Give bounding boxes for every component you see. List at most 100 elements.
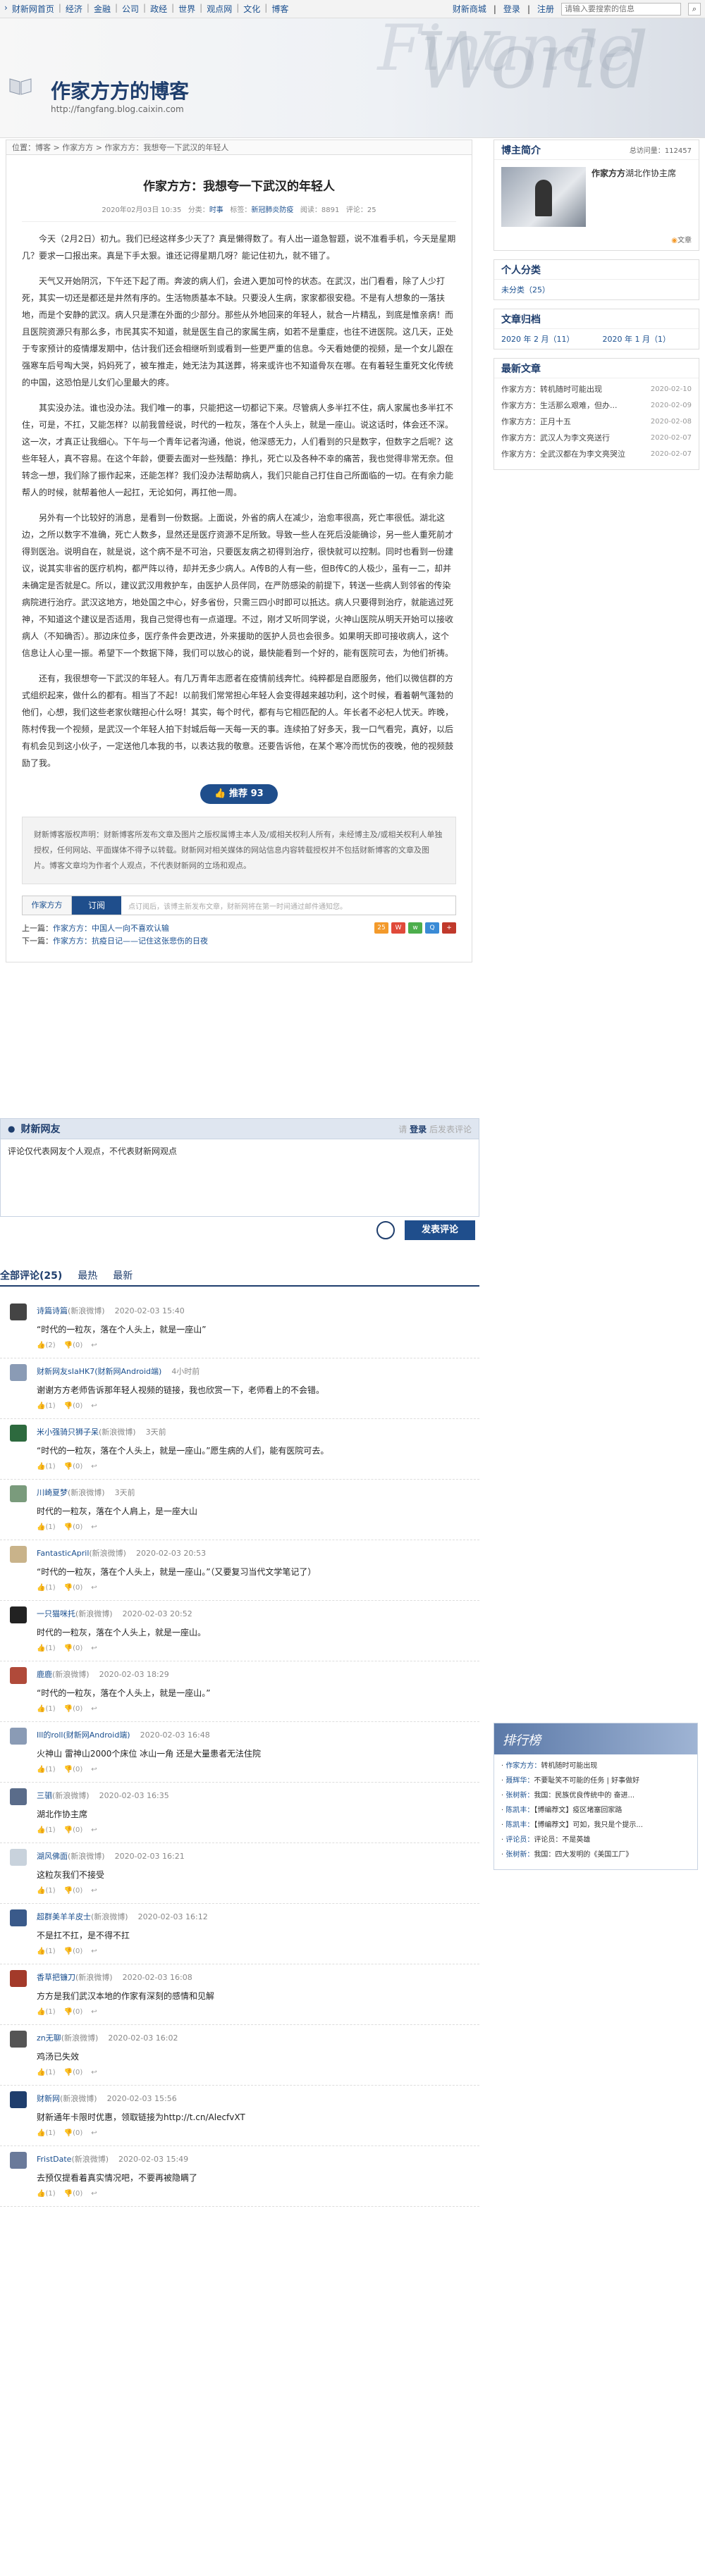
hot-item[interactable]: · 作家方方：转机随时可能出现 <box>501 1759 690 1773</box>
avatar[interactable] <box>10 1364 27 1381</box>
comment-count-icon[interactable]: 25 <box>374 922 388 934</box>
article-tag[interactable]: 新冠肺炎防疫 <box>251 206 293 214</box>
like-button[interactable]: 👍(1) <box>37 2008 56 2016</box>
mall-link[interactable]: 财新商城 <box>453 3 486 15</box>
dislike-button[interactable]: 👎(0) <box>64 1766 83 1773</box>
qq-share-icon[interactable]: Q <box>425 922 439 934</box>
like-button[interactable]: 👍(1) <box>37 2129 56 2137</box>
like-button[interactable]: 👍(1) <box>37 1826 56 1834</box>
comment-user[interactable]: 一只猫咪托 <box>37 1609 75 1618</box>
comment-user[interactable]: 超群美羊羊皮士 <box>37 1912 91 1921</box>
hot-item[interactable]: · 陈凯丰：【博编荐文】疫区堵塞回家路 <box>501 1803 690 1818</box>
comment-user[interactable]: 川崎夏梦 <box>37 1488 68 1497</box>
like-button[interactable]: 👍(1) <box>37 1887 56 1895</box>
reply-icon[interactable]: ↩ <box>91 1766 97 1773</box>
dislike-button[interactable]: 👎(0) <box>64 1645 83 1652</box>
latest-item[interactable]: 作家方方：武汉人为李文亮送行 2020-02-07 <box>501 430 692 446</box>
reply-icon[interactable]: ↩ <box>91 2129 97 2137</box>
reply-icon[interactable]: ↩ <box>91 2190 97 2198</box>
dislike-button[interactable]: 👎(0) <box>64 2190 83 2198</box>
next-article-link[interactable]: 作家方方：抗疫日记——记住这张悲伤的日夜 <box>53 936 208 946</box>
dislike-button[interactable]: 👎(0) <box>64 1342 83 1349</box>
comment-user[interactable]: 三驷 <box>37 1791 52 1800</box>
dislike-button[interactable]: 👎(0) <box>64 1523 83 1531</box>
dislike-button[interactable]: 👎(0) <box>64 2069 83 2076</box>
wechat-share-icon[interactable]: w <box>408 922 422 934</box>
latest-item[interactable]: 作家方方：正月十五 2020-02-08 <box>501 414 692 430</box>
dislike-button[interactable]: 👎(0) <box>64 1826 83 1834</box>
avatar[interactable] <box>10 1546 27 1563</box>
nav-home[interactable]: 财新网首页 <box>12 3 54 15</box>
avatar[interactable] <box>10 1728 27 1745</box>
comment-user[interactable]: 诗篇诗篇 <box>37 1306 68 1315</box>
dislike-button[interactable]: 👎(0) <box>64 2129 83 2137</box>
comment-user[interactable]: 鹿鹿 <box>37 1670 52 1679</box>
dislike-button[interactable]: 👎(0) <box>64 1463 83 1470</box>
hot-item[interactable]: · 陈凯丰：【博编荐文】可如，我只是个提示... <box>501 1818 690 1833</box>
avatar[interactable] <box>10 1849 27 1866</box>
comment-user[interactable]: zn无聊 <box>37 2033 61 2043</box>
login-link[interactable]: 登录 <box>503 3 520 15</box>
dislike-button[interactable]: 👎(0) <box>64 1948 83 1955</box>
reply-icon[interactable]: ↩ <box>91 1463 97 1470</box>
author-name[interactable]: 作家方方 <box>591 168 625 178</box>
nav-economy[interactable]: 经济 <box>66 3 82 15</box>
avatar[interactable] <box>10 2091 27 2108</box>
search-input[interactable] <box>561 2 681 16</box>
emoji-icon[interactable] <box>376 1221 395 1239</box>
comment-user[interactable]: 香草把镰刀 <box>37 1973 75 1982</box>
tab-all-comments[interactable]: 全部评论(25) <box>0 1268 62 1282</box>
prev-article-link[interactable]: 作家方方：中国人一向不喜欢认输 <box>53 924 169 933</box>
subscribe-button[interactable]: 订阅 <box>72 896 121 915</box>
reply-icon[interactable]: ↩ <box>91 1584 97 1592</box>
like-button[interactable]: 👍(1) <box>37 1645 56 1652</box>
dislike-button[interactable]: 👎(0) <box>64 1887 83 1895</box>
tab-new-comments[interactable]: 最新 <box>113 1268 133 1282</box>
hot-item[interactable]: · 张树新：我国：民族优良传统中的 奋进... <box>501 1788 690 1803</box>
like-button[interactable]: 👍(1) <box>37 1523 56 1531</box>
tab-hot-comments[interactable]: 最热 <box>78 1268 97 1282</box>
like-button[interactable]: 👍(1) <box>37 1402 56 1410</box>
avatar[interactable] <box>10 2031 27 2048</box>
post-comment-button[interactable]: 发表评论 <box>405 1220 475 1240</box>
nav-opinion[interactable]: 观点网 <box>207 3 232 15</box>
reply-icon[interactable]: ↩ <box>91 2008 97 2016</box>
register-link[interactable]: 注册 <box>537 3 554 15</box>
comment-user[interactable]: 米小强骑只狮子呆 <box>37 1428 99 1437</box>
comment-user[interactable]: FantasticApril <box>37 1549 89 1558</box>
hot-item[interactable]: · 张树新：我国：四大发明的《美国工厂》 <box>501 1847 690 1862</box>
comment-user[interactable]: 湖风佛面 <box>37 1852 68 1861</box>
dislike-button[interactable]: 👎(0) <box>64 1402 83 1410</box>
avatar[interactable] <box>501 167 586 227</box>
like-button[interactable]: 👍(1) <box>37 1766 56 1773</box>
reply-icon[interactable]: ↩ <box>91 1342 97 1349</box>
like-button[interactable]: 👍(1) <box>37 1463 56 1470</box>
latest-item[interactable]: 作家方方：转机随时可能出现 2020-02-10 <box>501 381 692 397</box>
archive-item[interactable]: 2020 年 2 月（11） <box>501 333 574 345</box>
dislike-button[interactable]: 👎(0) <box>64 2008 83 2016</box>
share-more-icon[interactable]: + <box>442 922 456 934</box>
reply-icon[interactable]: ↩ <box>91 1826 97 1834</box>
more-articles-link[interactable]: 文章 <box>678 237 692 244</box>
comment-user[interactable]: 财新网 <box>37 2094 60 2103</box>
reply-icon[interactable]: ↩ <box>91 1523 97 1531</box>
reply-icon[interactable]: ↩ <box>91 1705 97 1713</box>
reply-icon[interactable]: ↩ <box>91 1402 97 1410</box>
avatar[interactable] <box>10 1788 27 1805</box>
avatar[interactable] <box>10 1667 27 1684</box>
reply-icon[interactable]: ↩ <box>91 1887 97 1895</box>
article-category[interactable]: 时事 <box>209 206 223 214</box>
comment-user[interactable]: Ill的roll(财新网Android端) <box>37 1730 130 1740</box>
avatar[interactable] <box>10 1304 27 1320</box>
recommend-button[interactable]: 👍 推荐 93 <box>200 784 278 804</box>
reply-icon[interactable]: ↩ <box>91 2069 97 2076</box>
nav-finance[interactable]: 金融 <box>94 3 111 15</box>
avatar[interactable] <box>10 1425 27 1442</box>
nav-culture[interactable]: 文化 <box>243 3 260 15</box>
like-button[interactable]: 👍(1) <box>37 2190 56 2198</box>
comment-login-link[interactable]: 登录 <box>410 1125 427 1134</box>
like-button[interactable]: 👍(1) <box>37 2069 56 2076</box>
comment-textarea[interactable]: 评论仅代表网友个人观点，不代表财新网观点 <box>0 1139 479 1217</box>
hot-item[interactable]: · 评论员：评论员：不是英雄 <box>501 1833 690 1847</box>
comment-user[interactable]: 财新网友sIaHK7(财新网Android端) <box>37 1367 161 1376</box>
